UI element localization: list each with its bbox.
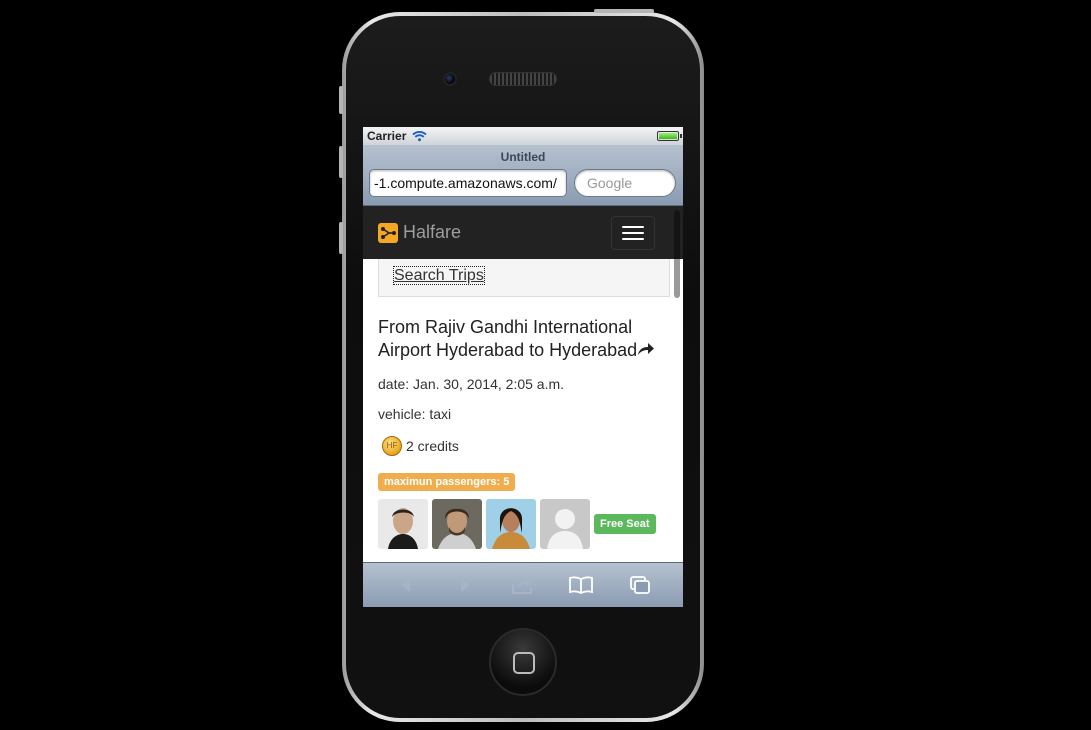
tabs-icon[interactable] (625, 575, 655, 595)
free-seat-badge: Free Seat (594, 514, 656, 534)
battery-icon (657, 131, 682, 141)
wifi-icon (412, 130, 428, 142)
trip-date: date: Jan. 30, 2014, 2:05 a.m. (378, 376, 565, 392)
credits-label: 2 credits (406, 438, 459, 454)
max-passengers-badge: maximun passengers: 5 (378, 473, 516, 491)
avatar[interactable] (378, 499, 428, 549)
power-button (594, 9, 654, 13)
trip-title: From Rajiv Gandhi International Airport … (378, 316, 670, 362)
browser-toolbar (363, 562, 683, 607)
passenger-avatars: Free Seat (378, 499, 670, 549)
empty-seat-avatar (540, 499, 590, 549)
volume-down-button (339, 222, 343, 254)
menu-bar-icon (622, 237, 644, 240)
page-title: Untitled (500, 150, 546, 164)
trip-detail: From Rajiv Gandhi International Airport … (363, 316, 683, 549)
bookmarks-icon[interactable] (566, 575, 596, 595)
forward-icon[interactable] (450, 575, 480, 595)
hamburger-menu-button[interactable] (611, 215, 655, 250)
trip-title-text: From Rajiv Gandhi International Airport … (378, 317, 638, 360)
trip-credits: HF 2 credits (378, 436, 670, 456)
mute-switch (339, 86, 343, 114)
menu-bar-icon (622, 225, 644, 228)
home-button[interactable] (489, 628, 557, 696)
avatar[interactable] (432, 499, 482, 549)
browser-address-bar: Untitled -1.compute.amazonaws.com/ Googl… (363, 145, 683, 206)
menu-item-search-trips[interactable]: Search Trips (393, 266, 485, 285)
home-square-icon (513, 652, 535, 674)
avatar[interactable] (486, 499, 536, 549)
back-icon[interactable] (391, 575, 421, 595)
menu-bar-icon (622, 231, 644, 234)
web-content: Halfare Search Trips From Rajiv Gandhi I… (363, 206, 683, 562)
nav-dropdown: Search Trips (378, 259, 670, 297)
search-input[interactable]: Google (574, 169, 676, 197)
share-icon[interactable] (637, 342, 655, 356)
halfare-logo-icon[interactable] (378, 222, 398, 243)
brand-name[interactable]: Halfare (403, 222, 461, 243)
earpiece-speaker (489, 72, 557, 86)
front-camera (443, 72, 457, 86)
url-field[interactable]: -1.compute.amazonaws.com/ (369, 169, 567, 197)
share-icon[interactable] (508, 575, 538, 595)
volume-up-button (339, 146, 343, 178)
site-navbar: Halfare (363, 206, 683, 259)
trip-vehicle: vehicle: taxi (378, 406, 452, 422)
coin-icon: HF (382, 436, 402, 456)
screen: Carrier Untitled -1.compute.amazonaws.co… (363, 127, 683, 607)
status-bar: Carrier (363, 127, 683, 145)
scrollbar[interactable] (674, 210, 680, 298)
carrier-label: Carrier (367, 129, 407, 143)
